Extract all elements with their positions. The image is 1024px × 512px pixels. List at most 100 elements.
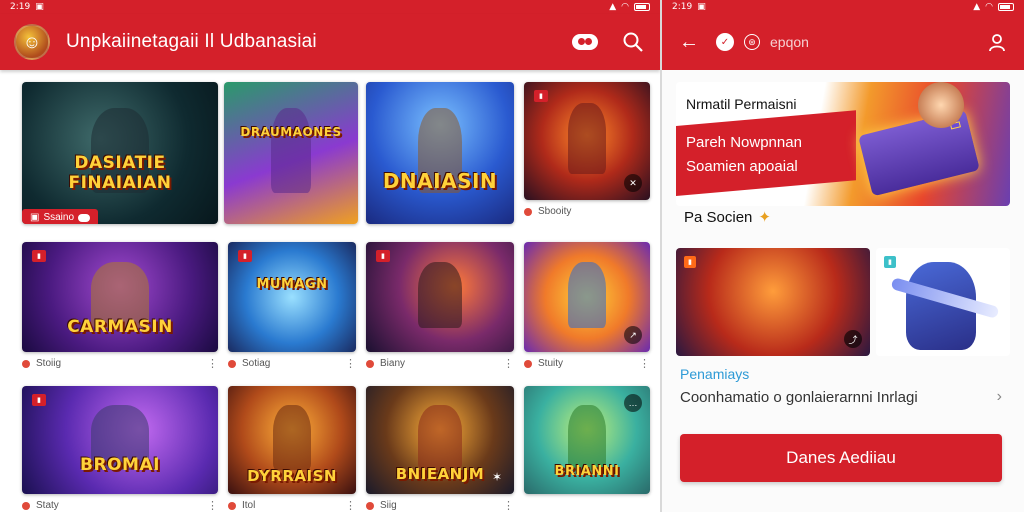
game-meta: Biany ⋮ bbox=[366, 358, 514, 369]
chip-label: Ssaino bbox=[43, 212, 75, 223]
game-thumbnail[interactable]: ▮ MUMAGN bbox=[228, 242, 356, 352]
game-card[interactable]: ▮ Biany ⋮ bbox=[366, 242, 514, 369]
game-card[interactable]: BRIANNI … bbox=[524, 386, 650, 494]
search-field[interactable]: ✓ ⊛ epqon bbox=[716, 24, 984, 60]
game-thumbnail[interactable]: DYRRAISN bbox=[228, 386, 356, 494]
app-icon: ▣ bbox=[35, 2, 44, 12]
run-icon[interactable]: ✶ bbox=[488, 468, 506, 486]
game-meta: Siig ⋮ bbox=[366, 500, 514, 511]
character-avatar bbox=[918, 82, 964, 128]
more-icon[interactable]: ⋮ bbox=[345, 358, 356, 369]
game-title: BRIANNI bbox=[554, 463, 620, 479]
badge: ▮ bbox=[884, 256, 896, 268]
gamepad-icon[interactable] bbox=[572, 29, 598, 55]
game-title: BROMAI bbox=[80, 454, 160, 475]
game-title: DNAIASIN bbox=[382, 168, 498, 193]
game-title: DYRRAISN bbox=[247, 467, 337, 486]
game-thumbnail[interactable]: ▮ BROMAI bbox=[22, 386, 218, 494]
list-row[interactable]: Coonhamatio o gonlaierarnni Inrlagi › bbox=[680, 388, 1002, 406]
game-meta-label: Sotiag bbox=[242, 358, 271, 369]
more-icon[interactable]: ⋮ bbox=[639, 358, 650, 369]
game-thumbnail[interactable]: DNAIASIN bbox=[366, 82, 514, 224]
profile-icon[interactable] bbox=[984, 29, 1010, 55]
battery-icon bbox=[998, 3, 1014, 11]
section-title: Penamiays bbox=[680, 366, 750, 382]
more-icon[interactable]: ⋮ bbox=[503, 358, 514, 369]
wifi-icon: ◠ bbox=[621, 2, 629, 12]
rating-icon bbox=[366, 359, 374, 368]
game-meta-label: Itol bbox=[242, 500, 256, 511]
app-logo[interactable]: ☺ bbox=[14, 24, 50, 60]
game-card[interactable]: DRAUMAONES bbox=[224, 82, 358, 224]
game-title: DRAUMAONES bbox=[240, 124, 342, 139]
rating-icon bbox=[366, 501, 374, 510]
game-meta: Stuity ⋮ bbox=[524, 358, 650, 369]
badge: ▮ bbox=[32, 250, 46, 262]
game-thumbnail[interactable]: DRAUMAONES bbox=[224, 82, 358, 224]
rating-icon bbox=[524, 359, 532, 368]
game-thumbnail[interactable]: BNIEANJM ✶ bbox=[366, 386, 514, 494]
status-time: 2:19 bbox=[10, 2, 31, 12]
badge: ▮ bbox=[32, 394, 46, 406]
game-thumbnail[interactable]: ▮ CARMASIN bbox=[22, 242, 218, 352]
game-meta-label: Biany bbox=[380, 358, 406, 369]
game-card[interactable]: DYRRAISN Itol ⋮ bbox=[228, 386, 356, 511]
treasure-chest-icon bbox=[858, 109, 980, 197]
rating-icon bbox=[22, 501, 30, 510]
app-badge-icon: ✓ bbox=[716, 33, 734, 51]
game-thumbnail[interactable]: BRIANNI … bbox=[524, 386, 650, 494]
status-time: 2:19 bbox=[672, 2, 693, 12]
more-icon[interactable]: ⋮ bbox=[207, 358, 218, 369]
primary-cta-button[interactable]: Danes Aediiau bbox=[680, 434, 1002, 482]
game-meta: Stoiig ⋮ bbox=[22, 358, 218, 369]
sparkle-icon: ✦ bbox=[758, 209, 771, 226]
game-card[interactable]: ▮ MUMAGN Sotiag ⋮ bbox=[228, 242, 356, 369]
game-card[interactable]: DASIATIE FINAIAIAN ▣ Ssaino bbox=[22, 82, 218, 224]
badge: ▮ bbox=[238, 250, 252, 262]
play-chip[interactable]: ▣ Ssaino bbox=[22, 209, 99, 224]
game-meta: Sbooity bbox=[524, 206, 650, 217]
banner-title: Nrmatil Permaisni bbox=[686, 96, 797, 112]
banner-line-2: Soamien apoaial bbox=[686, 158, 798, 175]
more-icon[interactable]: ⋮ bbox=[503, 500, 514, 511]
featured-card[interactable]: ▮ bbox=[876, 248, 1010, 356]
game-thumbnail[interactable]: DASIATIE FINAIAIAN ▣ Ssaino bbox=[22, 82, 218, 224]
menu-icon[interactable]: … bbox=[624, 394, 642, 412]
game-card[interactable]: ▮ BROMAI Staty ⋮ bbox=[22, 386, 218, 511]
left-screen: 2:19 ▣ ▲ ◠ ☺ Unpkaiinetagaii Il Udbanasiai… bbox=[0, 0, 660, 512]
promo-banner[interactable]: Nrmatil Permaisni Pareh Nowpnnan Soamien… bbox=[676, 82, 1010, 206]
rating-icon bbox=[228, 501, 236, 510]
signal-icon: ▲ bbox=[609, 2, 617, 12]
more-icon[interactable]: ⋮ bbox=[345, 500, 356, 511]
badge: ▮ bbox=[684, 256, 696, 268]
share-icon[interactable]: ✕ bbox=[624, 174, 642, 192]
wifi-icon: ◠ bbox=[985, 2, 993, 12]
game-card[interactable]: ↗ Stuity ⋮ bbox=[524, 242, 650, 369]
game-title: MUMAGN bbox=[256, 276, 328, 292]
game-title: DASIATIE FINAIAIAN bbox=[68, 152, 172, 193]
detail-app-bar: ← ✓ ⊛ epqon bbox=[662, 14, 1024, 70]
rating-icon bbox=[22, 359, 30, 368]
game-meta-label: Stuity bbox=[538, 358, 564, 369]
game-card[interactable]: ▮ ✕ Sbooity bbox=[524, 82, 650, 217]
chip-icon: ▣ bbox=[30, 212, 40, 223]
search-text: epqon bbox=[770, 34, 809, 50]
chevron-right-icon: › bbox=[996, 388, 1002, 405]
share-icon[interactable]: ↗ bbox=[624, 326, 642, 344]
game-card[interactable]: BNIEANJM ✶ Siig ⋮ bbox=[366, 386, 514, 511]
toggle-icon bbox=[78, 213, 91, 222]
back-arrow-icon[interactable]: ← bbox=[676, 29, 702, 55]
game-thumbnail[interactable]: ▮ bbox=[366, 242, 514, 352]
game-thumbnail[interactable]: ↗ bbox=[524, 242, 650, 352]
featured-card[interactable]: ▮ ⤴ bbox=[676, 248, 870, 356]
search-icon[interactable] bbox=[620, 29, 646, 55]
section-subhead: Pa Socien ✦ bbox=[684, 208, 771, 227]
right-screen: 2:19 ▣ ▲ ◠ ← ✓ ⊛ epqon Nrmatil Permaisni P… bbox=[662, 0, 1024, 512]
game-thumbnail[interactable]: ▮ ✕ bbox=[524, 82, 650, 200]
game-card[interactable]: ▮ CARMASIN Stoiig ⋮ bbox=[22, 242, 218, 369]
game-meta: Sotiag ⋮ bbox=[228, 358, 356, 369]
more-icon[interactable]: ⋮ bbox=[207, 500, 218, 511]
rating-icon bbox=[228, 359, 236, 368]
game-card[interactable]: DNAIASIN bbox=[366, 82, 514, 224]
share-icon[interactable]: ⤴ bbox=[844, 330, 862, 348]
